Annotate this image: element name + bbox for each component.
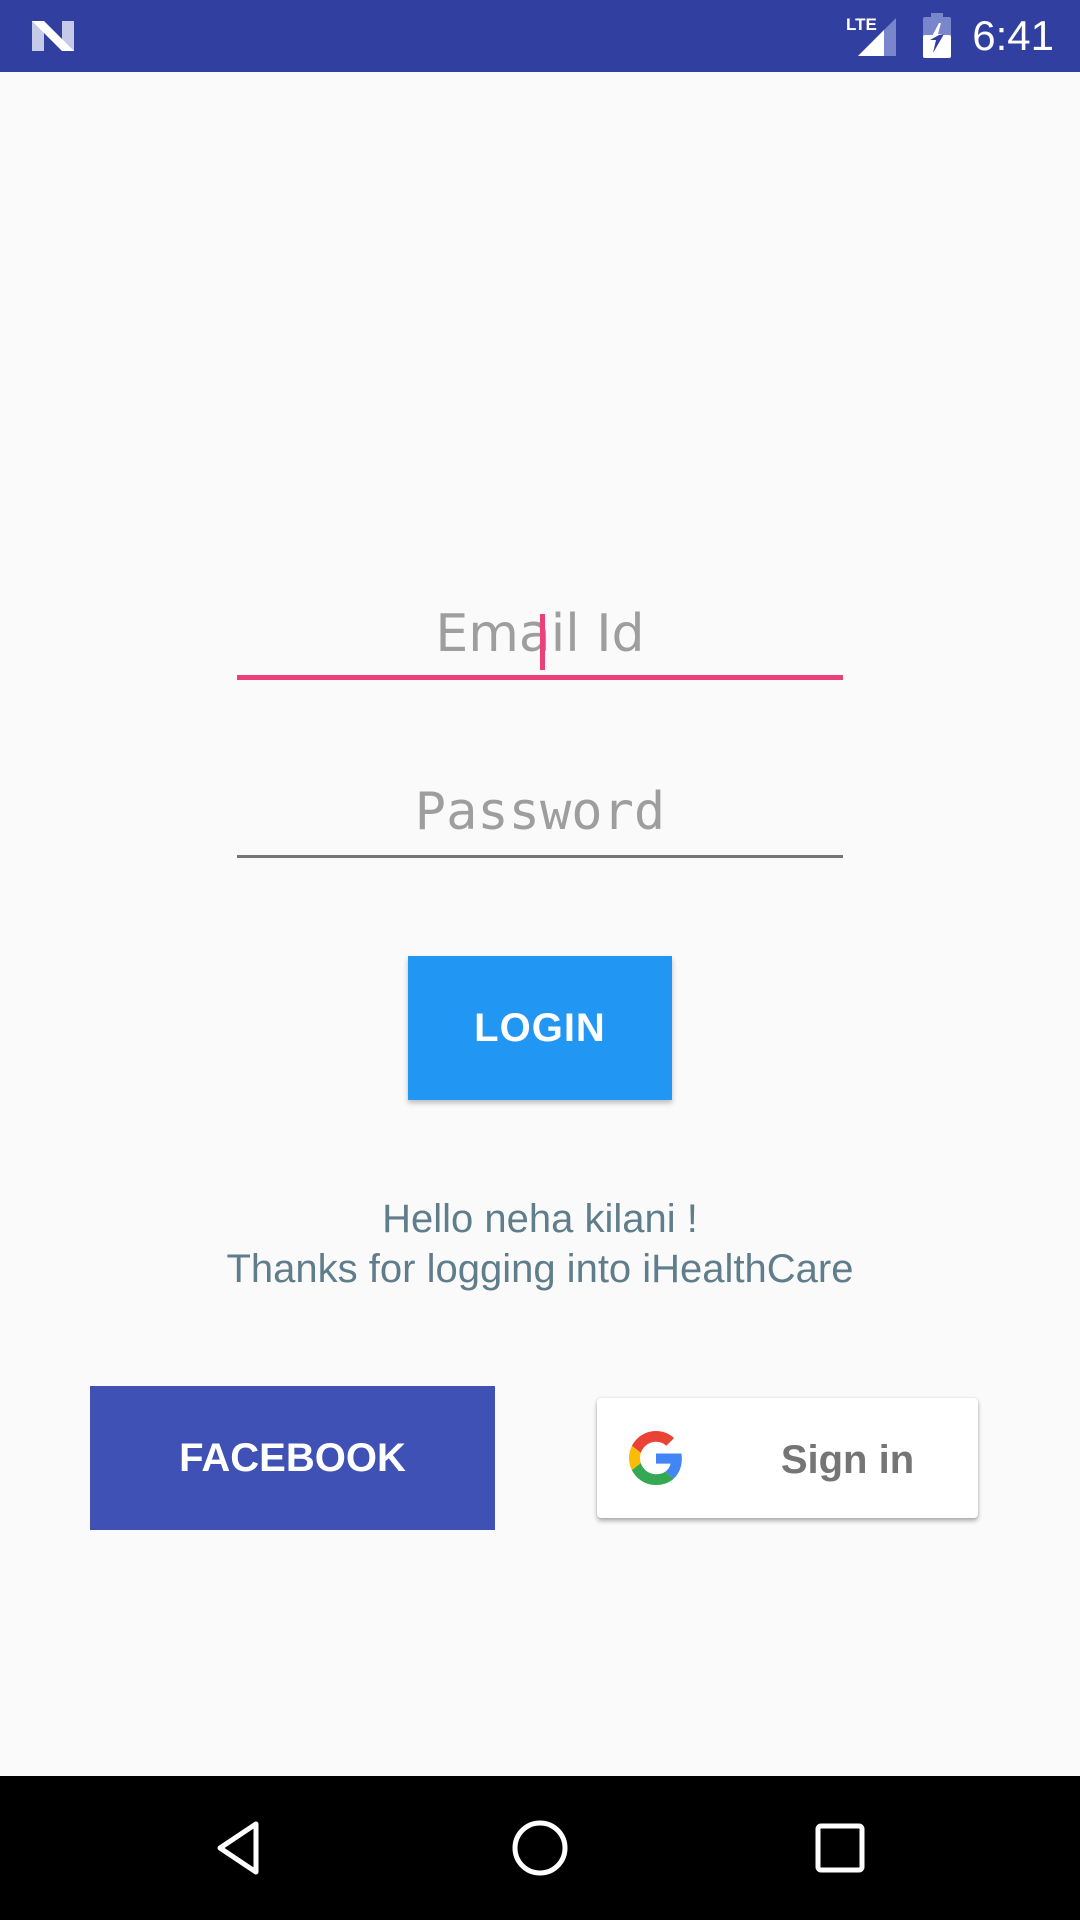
facebook-login-button[interactable]: FACEBOOK xyxy=(90,1386,495,1530)
status-time: 6:41 xyxy=(972,12,1054,59)
email-field[interactable]: Email Id xyxy=(237,594,843,680)
login-button[interactable]: LOGIN xyxy=(408,956,672,1100)
navigation-bar xyxy=(0,1776,1080,1920)
google-sign-in-label: Sign in xyxy=(780,1438,915,1482)
text-cursor xyxy=(540,614,545,670)
google-sign-in-button[interactable]: Sign in xyxy=(597,1398,978,1518)
lte-signal-icon: LTE xyxy=(846,15,896,56)
n-logo-icon xyxy=(32,21,74,51)
welcome-line-greeting: Hello neha kilani ! xyxy=(382,1197,698,1241)
battery-charging-icon xyxy=(923,13,951,58)
password-field[interactable]: Password xyxy=(237,772,843,858)
password-placeholder: Password xyxy=(414,782,666,842)
welcome-line-thanks: Thanks for logging into iHealthCare xyxy=(226,1247,854,1291)
password-underline xyxy=(237,855,843,858)
network-label: LTE xyxy=(846,15,877,34)
recents-icon[interactable] xyxy=(804,1812,876,1884)
email-underline xyxy=(237,675,843,680)
status-bar: LTE 6:41 xyxy=(0,0,1080,72)
back-icon[interactable] xyxy=(204,1812,276,1884)
home-icon[interactable] xyxy=(504,1812,576,1884)
google-g-icon xyxy=(629,1431,682,1485)
welcome-message: Hello neha kilani ! Thanks for logging i… xyxy=(0,1194,1080,1294)
